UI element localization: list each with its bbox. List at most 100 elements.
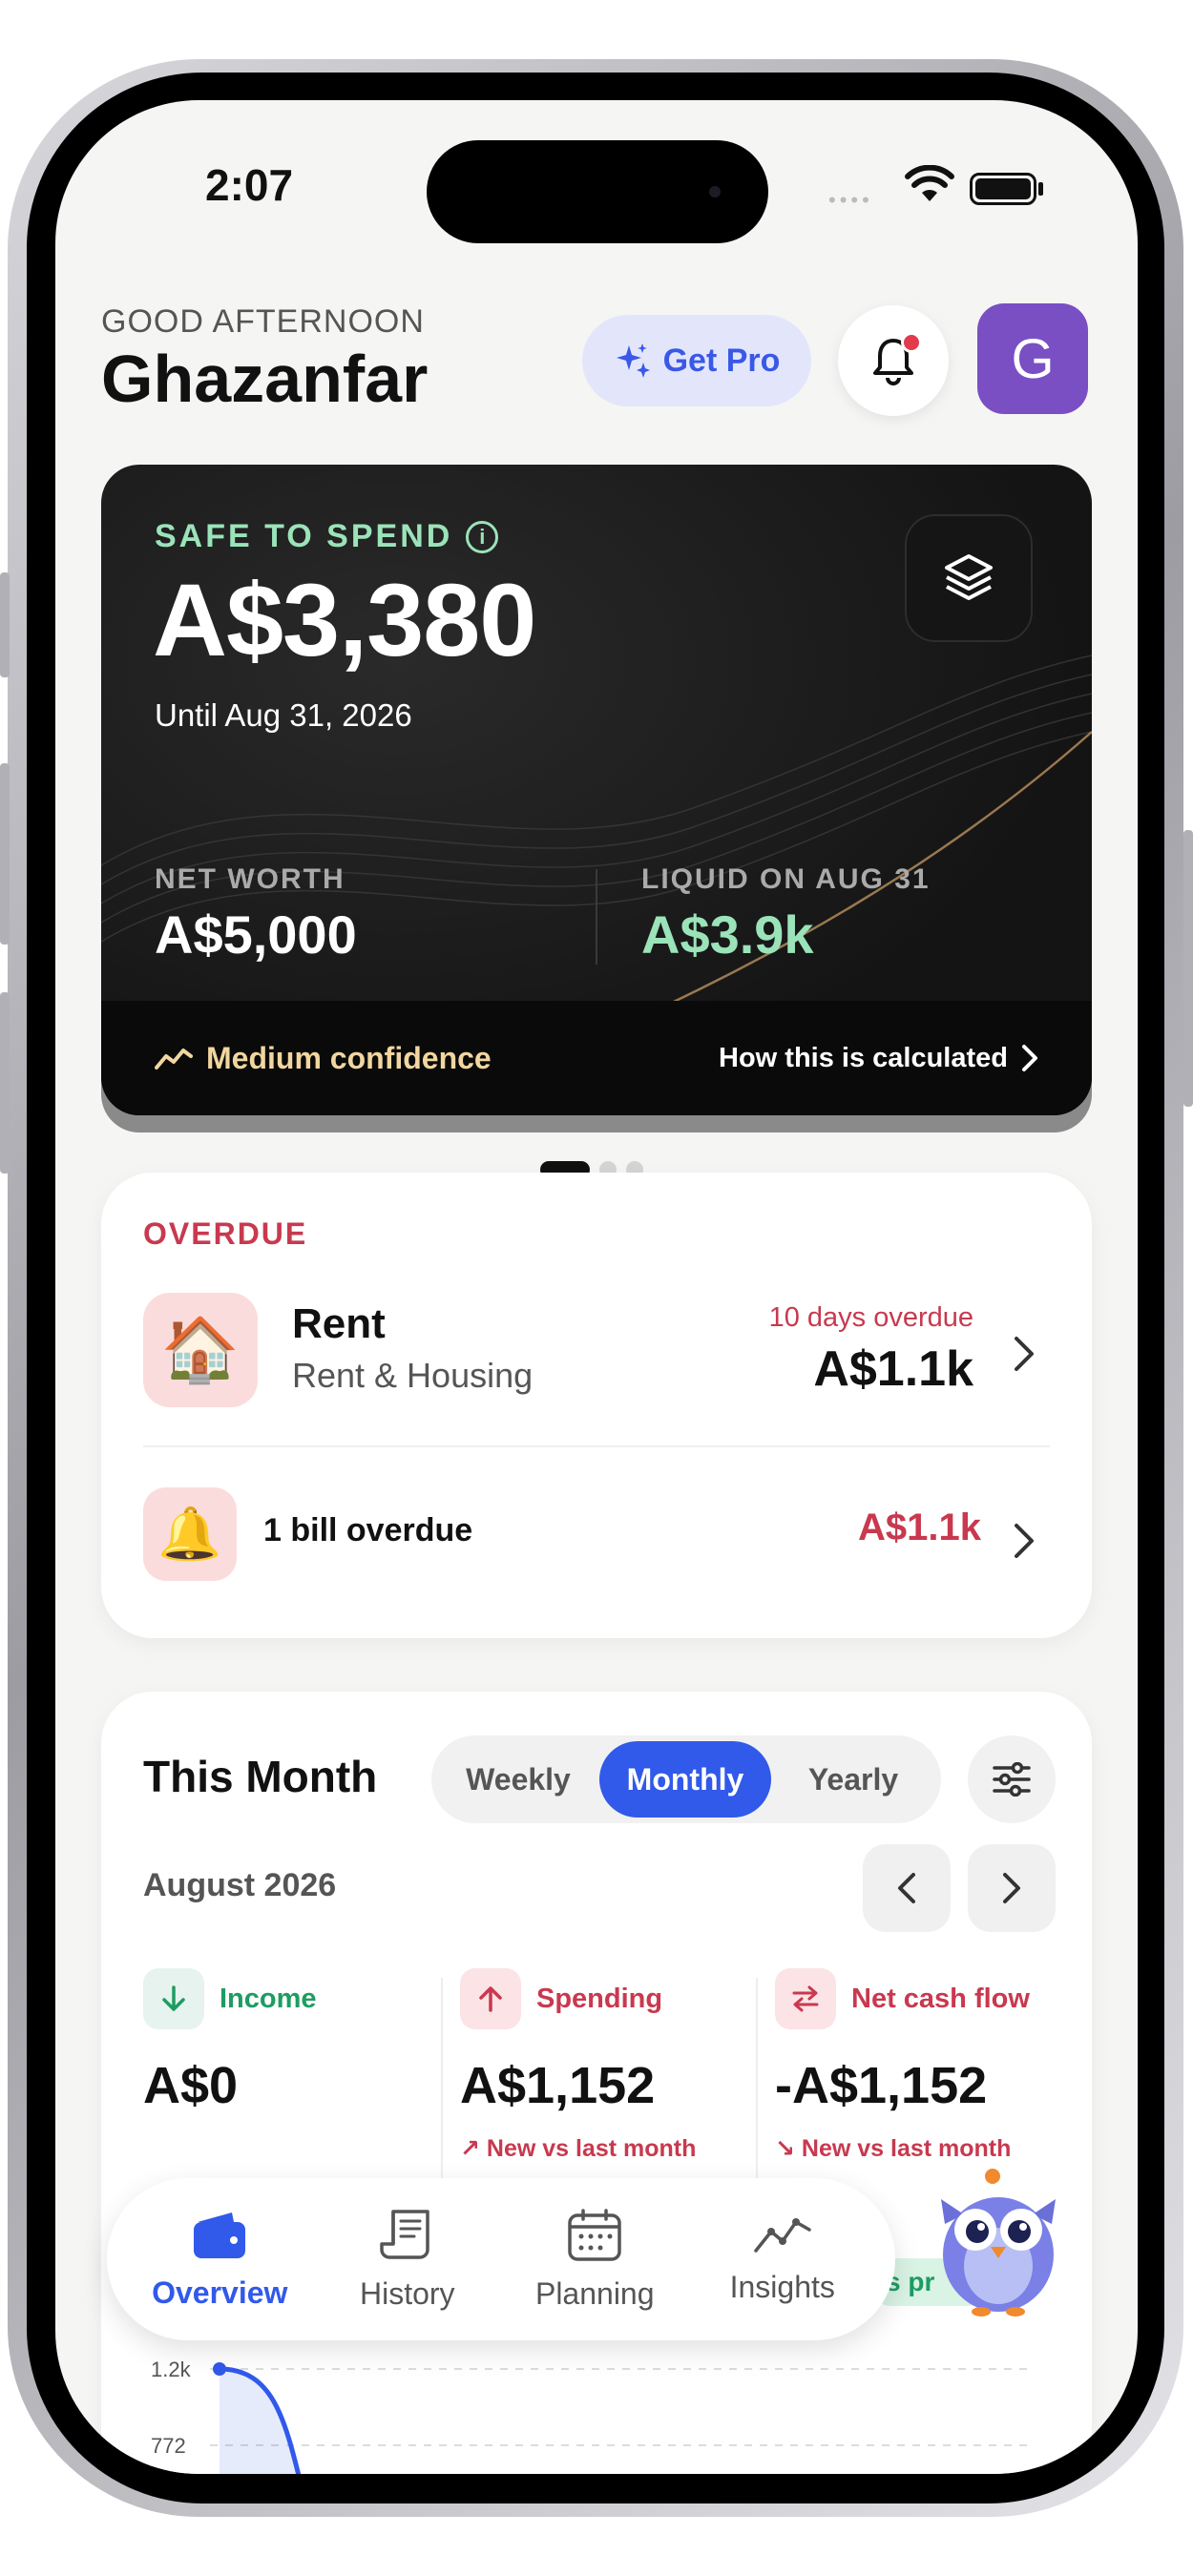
spending-value: A$1,152	[460, 2057, 656, 2114]
sparkle-icon	[616, 343, 650, 378]
receipt-icon	[380, 2209, 429, 2259]
chart-point[interactable]	[213, 2362, 226, 2376]
get-pro-label: Get Pro	[662, 342, 781, 379]
nav-planning-label: Planning	[534, 2275, 655, 2311]
layers-icon	[945, 554, 993, 600]
income-stat[interactable]: Income A$0	[143, 1968, 317, 2115]
calendar-icon	[568, 2208, 621, 2261]
confidence-text: Medium confidence	[206, 1040, 492, 1075]
net-cash-flow-label: Net cash flow	[851, 1983, 1030, 2014]
divider	[143, 1445, 1050, 1447]
greeting-text: GOOD AFTERNOON	[101, 303, 425, 340]
user-name: Ghazanfar	[101, 342, 429, 416]
nav-overview[interactable]: Overview	[129, 2209, 310, 2311]
notification-badge	[901, 332, 922, 353]
info-icon[interactable]: i	[466, 520, 499, 553]
side-button-silent	[0, 572, 10, 677]
rent-overdue-status: 10 days overdue	[768, 1302, 973, 1333]
stat-divider	[756, 1978, 758, 2178]
monthly-chart: 1.2k 772	[151, 2358, 1031, 2474]
overdue-title: OVERDUE	[143, 1216, 308, 1251]
spending-trend-note: ↗ New vs last month	[460, 2134, 696, 2163]
month-label: August 2026	[143, 1867, 337, 1903]
how-calculated-text: How this is calculated	[719, 1042, 1008, 1073]
income-header: Income	[143, 1968, 317, 2029]
net-worth-label: NET WORTH	[155, 863, 345, 895]
bills-overdue-amount: A$1.1k	[858, 1506, 981, 1548]
y-tick-label: 772	[151, 2434, 186, 2458]
app-screen: 2:07 •••• GOOD AFTERNOON Ghazanfar Get P…	[55, 100, 1138, 2474]
net-cash-flow-header: Net cash flow	[775, 1968, 1030, 2029]
rent-amount: A$1.1k	[813, 1341, 973, 1397]
spending-stat[interactable]: Spending A$1,152 ↗ New vs last month	[460, 1968, 696, 2163]
this-month-card: This Month Weekly Monthly Yearly August …	[101, 1692, 1092, 2474]
get-pro-button[interactable]: Get Pro	[582, 315, 811, 406]
owl-mascot-icon[interactable]	[931, 2167, 1065, 2319]
safe-to-spend-card[interactable]: SAFE TO SPEND i A$3,380 Until Aug 31, 20…	[101, 465, 1092, 1115]
battery-tip	[1038, 182, 1043, 196]
net-cash-flow-value: -A$1,152	[775, 2057, 988, 2114]
wifi-icon	[905, 164, 954, 208]
stat-divider	[596, 869, 597, 965]
segment-monthly[interactable]: Monthly	[599, 1741, 771, 1818]
side-button-volume-up	[0, 763, 10, 945]
side-button-volume-down	[0, 992, 10, 1174]
this-month-title: This Month	[143, 1752, 378, 1801]
chevron-right-icon[interactable]	[1014, 1518, 1035, 1570]
bills-overdue-text: 1 bill overdue	[263, 1512, 473, 1548]
income-label: Income	[220, 1983, 317, 2014]
battery-icon	[970, 173, 1036, 205]
net-cash-flow-stat[interactable]: Net cash flow -A$1,152 ↘ New vs last mon…	[775, 1968, 1030, 2163]
spending-note-text: New vs last month	[486, 2135, 697, 2162]
sliders-icon	[993, 1762, 1031, 1797]
trend-down-icon: ↘	[775, 2135, 795, 2162]
arrow-down-icon	[143, 1968, 204, 2029]
card-footer: Medium confidence How this is calculated	[101, 1001, 1092, 1115]
avatar[interactable]: G	[977, 303, 1088, 414]
chevron-right-icon	[1022, 1045, 1037, 1071]
filter-button[interactable]	[968, 1735, 1056, 1823]
house-icon: 🏠	[143, 1293, 258, 1407]
camera-dot	[709, 186, 721, 197]
trend-icon	[155, 1049, 193, 1070]
segment-yearly[interactable]: Yearly	[771, 1741, 935, 1818]
trend-up-icon: ↗	[460, 2135, 480, 2162]
swap-icon	[775, 1968, 836, 2029]
rent-category: Rent & Housing	[292, 1356, 534, 1395]
bell-emoji-icon: 🔔	[143, 1487, 237, 1581]
chevron-right-icon	[1003, 1873, 1020, 1903]
status-time: 2:07	[205, 160, 294, 210]
prev-month-button[interactable]	[863, 1844, 951, 1932]
net-cash-flow-note-text: New vs last month	[801, 2135, 1012, 2162]
nav-planning[interactable]: Planning	[504, 2208, 685, 2312]
overdue-card: OVERDUE 🏠 Rent Rent & Housing 10 days ov…	[101, 1173, 1092, 1638]
spending-label: Spending	[536, 1983, 663, 2014]
next-month-button[interactable]	[968, 1844, 1056, 1932]
nav-history-label: History	[359, 2275, 455, 2311]
nav-history[interactable]: History	[317, 2208, 498, 2312]
insights-icon	[754, 2217, 811, 2253]
net-worth-value: A$5,000	[155, 904, 357, 965]
segment-weekly[interactable]: Weekly	[437, 1741, 599, 1818]
income-value: A$0	[143, 2057, 239, 2114]
spending-header: Spending	[460, 1968, 696, 2029]
layers-button[interactable]	[905, 514, 1033, 642]
net-cash-flow-trend-note: ↘ New vs last month	[775, 2134, 1030, 2163]
safe-to-spend-amount: A$3,380	[153, 562, 536, 677]
liquid-label: LIQUID ON AUG 31	[641, 863, 931, 895]
notifications-button[interactable]	[838, 305, 949, 416]
confidence-indicator: Medium confidence	[155, 1041, 492, 1076]
chevron-left-icon	[898, 1873, 915, 1903]
chevron-right-icon[interactable]	[1014, 1331, 1035, 1383]
nav-overview-label: Overview	[152, 2275, 288, 2310]
nav-insights[interactable]: Insights	[692, 2214, 873, 2305]
safe-to-spend-text: SAFE TO SPEND	[155, 518, 453, 554]
y-tick-label: 1.2k	[151, 2358, 192, 2381]
rent-title: Rent	[292, 1300, 386, 1347]
wallet-icon	[194, 2212, 246, 2258]
safe-to-spend-label: SAFE TO SPEND i	[155, 518, 499, 555]
side-button-power	[1183, 830, 1193, 1107]
nav-insights-label: Insights	[729, 2269, 835, 2304]
stat-divider	[441, 1978, 443, 2178]
how-calculated-link[interactable]: How this is calculated	[719, 1043, 1038, 1074]
